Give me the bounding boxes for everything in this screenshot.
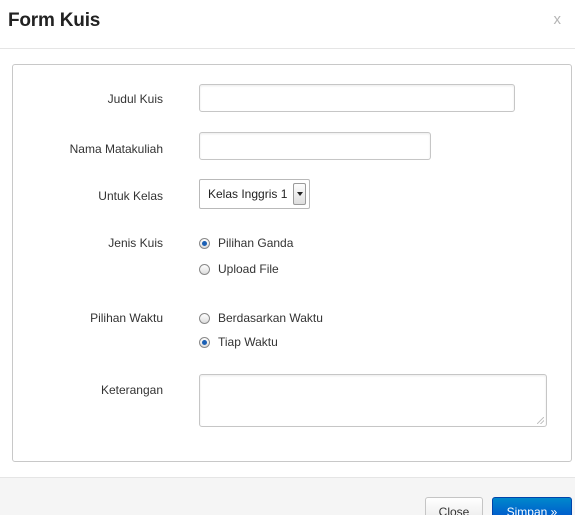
radio-upload-file-indicator[interactable]	[199, 263, 210, 275]
judul-kuis-label: Judul Kuis	[107, 92, 163, 106]
keterangan-textarea[interactable]	[199, 374, 547, 427]
keterangan-label: Keterangan	[100, 383, 163, 397]
radio-tiap-waktu-label: Tiap Waktu	[218, 335, 278, 349]
chevron-down-icon[interactable]	[293, 183, 307, 205]
radio-upload-file-label: Upload File	[218, 262, 279, 276]
radio-pilihan-ganda[interactable]: Pilihan Ganda	[199, 236, 293, 250]
radio-berdasarkan-waktu[interactable]: Berdasarkan Waktu	[199, 311, 323, 325]
radio-upload-file[interactable]: Upload File	[199, 262, 279, 276]
radio-berdasarkan-waktu-indicator[interactable]	[199, 312, 210, 324]
untuk-kelas-selected-value: Kelas Inggris 1	[208, 187, 288, 201]
untuk-kelas-label: Untuk Kelas	[98, 189, 163, 203]
close-button[interactable]: Close	[425, 497, 483, 515]
nama-matakuliah-input[interactable]	[199, 132, 431, 160]
radio-tiap-waktu[interactable]: Tiap Waktu	[199, 335, 278, 349]
quiz-form: Judul Kuis Nama Matakuliah Untuk Kelas K…	[12, 64, 572, 462]
save-button[interactable]: Simpan »	[492, 497, 572, 515]
modal-footer: Close Simpan »	[0, 477, 575, 515]
modal-title: Form Kuis	[8, 10, 101, 31]
judul-kuis-input[interactable]	[199, 84, 515, 112]
untuk-kelas-select[interactable]: Kelas Inggris 1	[199, 179, 311, 209]
nama-matakuliah-label: Nama Matakuliah	[69, 142, 163, 156]
pilihan-waktu-label: Pilihan Waktu	[90, 311, 163, 325]
radio-berdasarkan-waktu-label: Berdasarkan Waktu	[218, 311, 323, 325]
resize-grip-icon[interactable]	[537, 417, 544, 424]
jenis-kuis-label: Jenis Kuis	[108, 236, 163, 250]
radio-tiap-waktu-indicator[interactable]	[199, 336, 210, 348]
modal-header: Form Kuis x	[0, 0, 575, 49]
radio-pilihan-ganda-label: Pilihan Ganda	[218, 236, 294, 250]
radio-pilihan-ganda-indicator[interactable]	[199, 237, 210, 249]
close-icon[interactable]: x	[554, 11, 562, 28]
